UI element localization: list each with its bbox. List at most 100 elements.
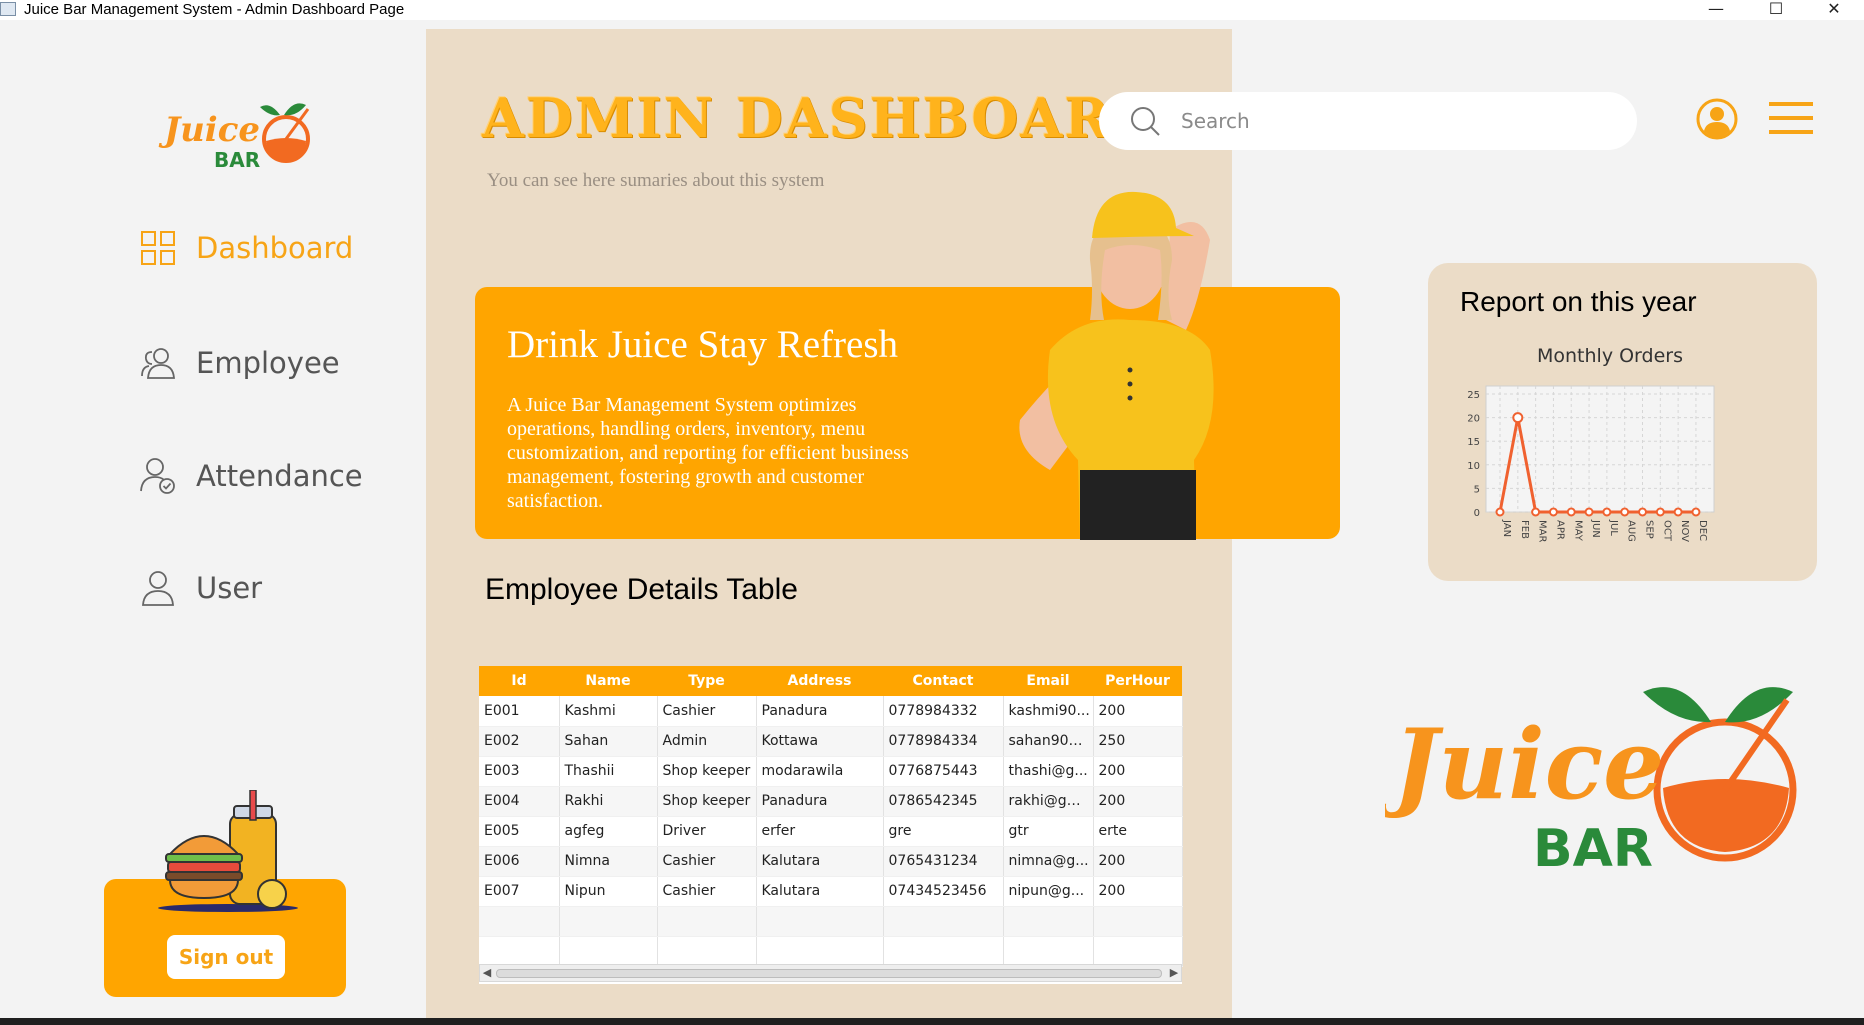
table-cell[interactable]: Admin [657,726,757,757]
table-cell[interactable]: nipun@g... [1003,876,1094,907]
table-cell[interactable]: Thashii [559,756,658,787]
juice-staff-photo [1019,191,1214,540]
table-cell[interactable]: Kottawa [756,726,884,757]
table-cell[interactable]: Cashier [657,846,757,877]
column-header[interactable]: Email [1003,666,1093,696]
table-cell[interactable]: sahan90@... [1003,726,1094,757]
table-cell[interactable]: 250 [1093,726,1183,757]
table-cell[interactable]: gtr [1003,816,1094,847]
table-cell[interactable]: Driver [657,816,757,847]
horizontal-scrollbar[interactable]: ◀ ▶ [479,964,1182,982]
table-cell[interactable]: 0778984334 [883,726,1004,757]
table-cell[interactable]: 0765431234 [883,846,1004,877]
table-cell[interactable]: Kalutara [756,846,884,877]
column-header[interactable]: PerHour [1093,666,1182,696]
table-cell[interactable]: 200 [1093,846,1183,877]
profile-icon[interactable] [1696,98,1738,140]
table-cell[interactable]: kashmi90... [1003,696,1094,727]
hamburger-menu-icon[interactable] [1769,100,1813,136]
table-cell[interactable]: 0776875443 [883,756,1004,787]
table-cell[interactable]: Kashmi [559,696,658,727]
table-cell[interactable]: gre [883,816,1004,847]
sidebar-item-attendance[interactable]: Attendance [138,454,363,498]
minimize-button[interactable]: — [1686,0,1746,20]
table-cell[interactable]: 07434523456 [883,876,1004,907]
table-cell[interactable]: Cashier [657,696,757,727]
signout-button[interactable]: Sign out [167,935,285,979]
table-cell[interactable] [1003,936,1094,967]
table-cell[interactable]: E006 [479,846,560,877]
table-cell[interactable]: 0778984332 [883,696,1004,727]
table-cell[interactable] [657,906,757,937]
scroll-right-icon[interactable]: ▶ [1167,965,1181,981]
table-cell[interactable]: E001 [479,696,560,727]
table-cell[interactable]: thashi@g... [1003,756,1094,787]
table-row[interactable]: E002 Sahan Admin Kottawa 0778984334 sahan90@.… [479,726,1183,757]
column-header[interactable]: Id [479,666,559,696]
table-cell[interactable]: Nipun [559,876,658,907]
sidebar-item-employee[interactable]: Employee [138,341,340,385]
table-cell[interactable] [756,906,884,937]
table-cell[interactable]: Rakhi [559,786,658,817]
table-cell[interactable] [883,936,1004,967]
table-row[interactable]: E005 agfeg Driver erfer gre gtr erte [479,816,1183,847]
column-header[interactable]: Contact [883,666,1003,696]
table-row[interactable]: E001 Kashmi Cashier Panadura 0778984332 kashm… [479,696,1183,727]
table-cell[interactable] [479,936,560,967]
maximize-button[interactable]: ☐ [1746,0,1806,20]
table-cell[interactable]: Nimna [559,846,658,877]
table-cell[interactable]: 0786542345 [883,786,1004,817]
table-row[interactable] [479,936,1183,967]
table-cell[interactable]: Shop keeper [657,756,757,787]
table-cell[interactable]: E004 [479,786,560,817]
burger-juice-illustration [158,790,298,912]
table-cell[interactable]: 200 [1093,876,1183,907]
table-cell[interactable]: erfer [756,816,884,847]
table-header-row: Id Name Type Address Contact Email PerHour [479,666,1182,696]
close-button[interactable]: ✕ [1804,0,1864,20]
table-row[interactable] [479,906,1183,937]
table-cell[interactable]: Panadura [756,696,884,727]
table-cell[interactable]: E007 [479,876,560,907]
table-cell[interactable] [479,906,560,937]
table-cell[interactable]: modarawila [756,756,884,787]
table-row[interactable]: E003 Thashii Shop keeper modarawila 07768754… [479,756,1183,787]
scrollbar-thumb[interactable] [496,969,1162,978]
table-cell[interactable]: Panadura [756,786,884,817]
table-row[interactable]: E006 Nimna Cashier Kalutara 0765431234 nimna@… [479,846,1183,877]
table-cell[interactable] [1003,906,1094,937]
table-cell[interactable] [883,906,1004,937]
table-row[interactable]: E004 Rakhi Shop keeper Panadura 0786542345 ra… [479,786,1183,817]
table-row[interactable]: E007 Nipun Cashier Kalutara 07434523456 nipun… [479,876,1183,907]
table-cell[interactable] [1093,906,1183,937]
table-cell[interactable]: E003 [479,756,560,787]
sidebar-item-user[interactable]: User [138,566,262,610]
chart-data-point [1512,412,1524,424]
table-cell[interactable] [657,936,757,967]
table-cell[interactable]: nimna@g... [1003,846,1094,877]
table-cell[interactable] [559,936,658,967]
table-cell[interactable]: 200 [1093,786,1183,817]
sidebar-item-dashboard[interactable]: Dashboard [138,226,353,270]
scroll-left-icon[interactable]: ◀ [480,965,494,981]
table-cell[interactable]: E005 [479,816,560,847]
table-cell[interactable]: agfeg [559,816,658,847]
table-cell[interactable]: Cashier [657,876,757,907]
table-cell[interactable]: erte [1093,816,1183,847]
table-cell[interactable] [1093,936,1183,967]
column-header[interactable]: Type [657,666,756,696]
table-cell[interactable]: Kalutara [756,876,884,907]
table-cell[interactable] [559,906,658,937]
table-cell[interactable]: rakhi@gm... [1003,786,1094,817]
column-header[interactable]: Address [756,666,883,696]
table-cell[interactable] [756,936,884,967]
table-cell[interactable]: Sahan [559,726,658,757]
table-cell[interactable]: E002 [479,726,560,757]
table-cell[interactable]: 200 [1093,696,1183,727]
table-cell[interactable]: Shop keeper [657,786,757,817]
chart-plot-area [1485,385,1715,513]
table-cell[interactable]: 200 [1093,756,1183,787]
search-input[interactable] [1181,109,1601,133]
column-header[interactable]: Name [559,666,657,696]
chart-y-tick-label: 10 [1467,461,1480,472]
